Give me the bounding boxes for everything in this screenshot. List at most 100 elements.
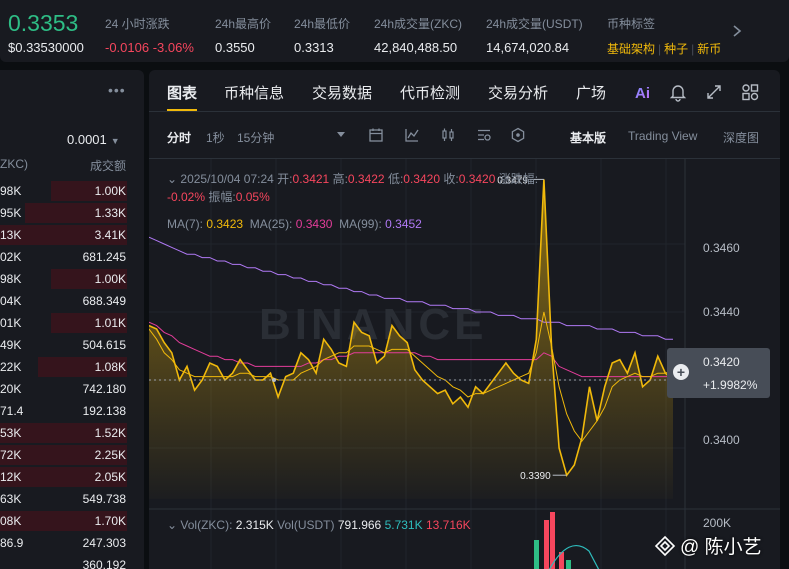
interval-15m[interactable]: 15分钟: [237, 129, 274, 146]
ohlc-open: 0.3421: [292, 172, 330, 186]
ohlc-collapse-icon[interactable]: ⌄: [167, 172, 177, 186]
tab-trading-data[interactable]: 交易数据: [312, 82, 372, 103]
orderbook-row[interactable]: 13K 3.41K: [0, 224, 144, 246]
ohlc-high-label: 高:: [332, 172, 348, 186]
orderbook-row[interactable]: 22K 1.08K: [0, 356, 144, 378]
tab-coin-info[interactable]: 币种信息: [224, 82, 284, 103]
volume-collapse-icon[interactable]: ⌄: [167, 518, 177, 532]
orderbook-amount: 04K: [0, 294, 22, 308]
orderbook-row[interactable]: 71.4 192.138: [0, 400, 144, 422]
orderbook-amount: 12K: [0, 470, 22, 484]
tag-infrastructure[interactable]: 基础架构: [607, 42, 655, 56]
orderbook-amount: 95K: [0, 206, 22, 220]
ma99-label: MA(99):: [339, 217, 382, 231]
vol-ma5-value: 5.731K: [384, 518, 423, 532]
stat-value-24h-change: -0.0106 -3.06%: [105, 40, 194, 55]
interval-dropdown-icon[interactable]: [336, 129, 346, 139]
orderbook-row[interactable]: 360.192: [0, 554, 144, 569]
tab-square[interactable]: 广场: [576, 82, 606, 103]
orderbook-amount: 02K: [0, 250, 22, 264]
orderbook-row[interactable]: 01K 1.01K: [0, 312, 144, 334]
chart-panel: 图表 币种信息 交易数据 代币检测 交易分析 广场 Ai 分时 1秒 15分钟 …: [149, 70, 780, 569]
tab-chart[interactable]: 图表: [167, 82, 197, 103]
view-tradingview[interactable]: Trading View: [628, 129, 697, 143]
orderbook-turnover: 688.349: [82, 294, 126, 308]
view-depth[interactable]: 深度图: [723, 129, 759, 146]
more-icon[interactable]: •••: [108, 82, 126, 98]
active-tab-indicator: [167, 109, 197, 111]
orderbook-turnover: 1.52K: [94, 426, 126, 440]
stat-value-24h-volume-usdt: 14,674,020.84: [486, 40, 570, 55]
orderbook-amount: 98K: [0, 272, 22, 286]
tag-seed[interactable]: 种子: [664, 42, 688, 56]
indicator-icon[interactable]: [404, 127, 420, 143]
orderbook-row[interactable]: 63K 549.738: [0, 488, 144, 510]
orderbook-row[interactable]: 49K 504.615: [0, 334, 144, 356]
tab-trade-analysis[interactable]: 交易分析: [488, 82, 548, 103]
orderbook-turnover: 2.05K: [94, 470, 126, 484]
orderbook-row[interactable]: 04K 688.349: [0, 290, 144, 312]
stat-label-24h-high: 24h最高价: [215, 17, 272, 31]
ai-icon[interactable]: Ai: [634, 82, 654, 102]
add-alert-icon[interactable]: +: [673, 364, 689, 380]
vol-zkc-label: Vol(ZKC):: [180, 518, 233, 532]
orderbook-row[interactable]: 86.9 247.303: [0, 532, 144, 554]
interval-timeline[interactable]: 分时: [167, 129, 191, 146]
precision-select[interactable]: 0.0001 ▼: [67, 132, 120, 147]
orderbook-row[interactable]: 98K 1.00K: [0, 268, 144, 290]
hexagon-settings-icon[interactable]: [510, 127, 526, 143]
last-price: 0.3353: [8, 10, 79, 36]
crosshair-point: [272, 378, 276, 382]
orderbook-turnover: 360.192: [82, 558, 126, 569]
price-chart[interactable]: BINANCE 0.3479 0.3390 ⌄ 2025/10/04 07:24 开…: [149, 158, 780, 569]
orderbook-turnover: 247.303: [82, 536, 126, 550]
ticker-bar: 0.3353 $0.33530000 24 小时涨跌 -0.0106 -3.06…: [0, 0, 789, 62]
ma7-label: MA(7):: [167, 217, 203, 231]
svg-text:Ai: Ai: [635, 85, 650, 102]
orderbook-row[interactable]: 02K 681.245: [0, 246, 144, 268]
volume-bar: [566, 560, 571, 569]
orderbook-amount: 20K: [0, 382, 22, 396]
ohlc-amplitude: 0.05%: [235, 190, 270, 204]
stat-label-24h-change: 24 小时涨跌: [105, 17, 170, 31]
coin-tags: 基础架构 | 种子 | 新币: [607, 42, 722, 56]
orderbook-row[interactable]: 95K 1.33K: [0, 202, 144, 224]
orderbook-row[interactable]: 72K 2.25K: [0, 444, 144, 466]
layout-grid-icon[interactable]: [740, 82, 760, 102]
current-price-change: +1.9982%: [703, 378, 758, 392]
expand-icon[interactable]: [704, 82, 724, 102]
orderbook-turnover: 742.180: [82, 382, 126, 396]
orderbook-amount: 86.9: [0, 536, 24, 550]
chart-toolbar: 分时 1秒 15分钟 基本版 Trading View 深度图: [149, 112, 780, 158]
orderbook-turnover: 504.615: [82, 338, 126, 352]
stat-value-24h-volume-zkc: 42,840,488.50: [374, 40, 458, 55]
y-axis-label: 0.3440: [703, 305, 740, 319]
orderbook-row[interactable]: 53K 1.52K: [0, 422, 144, 444]
stat-label-24h-volume-usdt: 24h成交量(USDT): [486, 17, 583, 31]
y-axis-label: 0.3460: [703, 241, 740, 255]
current-price-tag[interactable]: + 0.3420 +1.9982%: [667, 348, 770, 398]
current-price-value: 0.3420: [703, 355, 740, 369]
ohlc-close: 0.3420: [458, 172, 496, 186]
chevron-right-icon[interactable]: [730, 22, 744, 40]
orderbook-amount: 13K: [0, 228, 22, 242]
orderbook-row[interactable]: 98K 1.00K: [0, 180, 144, 202]
candlestick-icon[interactable]: [440, 127, 456, 143]
orderbook-row[interactable]: 20K 742.180: [0, 378, 144, 400]
tag-new[interactable]: 新币: [697, 42, 721, 56]
view-basic[interactable]: 基本版: [570, 129, 606, 146]
orderbook-amount: 63K: [0, 492, 22, 506]
interval-1s[interactable]: 1秒: [206, 129, 225, 146]
tab-token-check[interactable]: 代币检测: [400, 82, 460, 103]
vol-zkc-value: 2.315K: [235, 518, 274, 532]
orderbook-row[interactable]: 08K 1.70K: [0, 510, 144, 532]
orderbook-row[interactable]: 12K 2.05K: [0, 466, 144, 488]
chart-settings-icon[interactable]: [476, 127, 492, 143]
ma99-value: 0.3452: [385, 217, 422, 231]
orderbook-turnover: 1.00K: [94, 272, 126, 286]
volume-axis-label: 200K: [703, 516, 732, 530]
bell-icon[interactable]: [668, 82, 688, 102]
calendar-icon[interactable]: [368, 127, 384, 143]
orderbook-turnover: 1.08K: [94, 360, 126, 374]
ohlc-date: 2025/10/04 07:24: [180, 172, 274, 186]
